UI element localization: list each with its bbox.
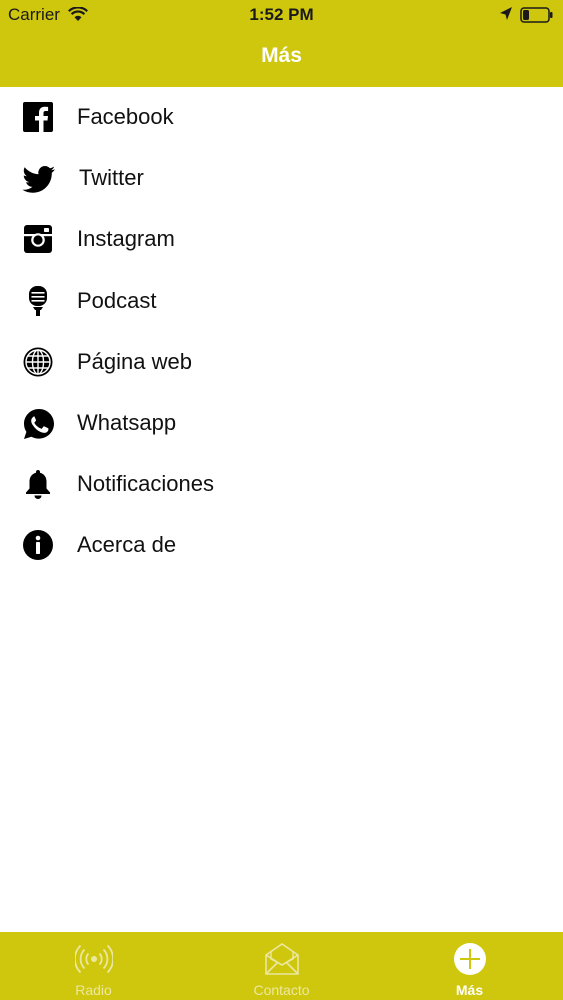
info-icon bbox=[22, 529, 54, 561]
menu-item-label: Whatsapp bbox=[77, 409, 177, 435]
tab-radio[interactable]: Radio bbox=[0, 932, 187, 1000]
page-title: Más bbox=[261, 44, 302, 67]
location-arrow-icon bbox=[499, 6, 513, 27]
tab-contacto[interactable]: Contacto bbox=[188, 932, 375, 1000]
menu-item-label: Acerca de bbox=[77, 532, 177, 558]
envelope-icon bbox=[188, 942, 375, 976]
menu-item-website[interactable]: Página web bbox=[0, 332, 563, 393]
menu-item-about[interactable]: Acerca de bbox=[0, 515, 563, 576]
menu-item-whatsapp[interactable]: Whatsapp bbox=[0, 393, 563, 454]
menu-item-label: Página web bbox=[77, 348, 192, 374]
menu-item-facebook[interactable]: Facebook bbox=[0, 87, 563, 148]
tab-label: Más bbox=[455, 982, 484, 998]
microphone-icon bbox=[22, 285, 54, 317]
globe-icon bbox=[22, 346, 54, 378]
menu-item-instagram[interactable]: Instagram bbox=[0, 209, 563, 270]
status-bar: Carrier 1:52 PM bbox=[0, 0, 563, 30]
facebook-icon bbox=[22, 101, 54, 133]
bell-icon bbox=[22, 468, 54, 500]
plus-circle-icon bbox=[376, 942, 563, 976]
menu-item-label: Notificaciones bbox=[77, 471, 214, 497]
twitter-icon bbox=[22, 162, 55, 194]
battery-icon bbox=[520, 7, 554, 28]
instagram-icon bbox=[22, 223, 54, 255]
status-time: 1:52 PM bbox=[249, 5, 314, 24]
tab-mas[interactable]: Más bbox=[376, 932, 563, 1000]
menu-item-notifications[interactable]: Notificaciones bbox=[0, 454, 563, 515]
menu-item-twitter[interactable]: Twitter bbox=[0, 148, 563, 209]
tab-label: Contacto bbox=[253, 982, 310, 998]
tab-label: Radio bbox=[75, 982, 112, 998]
menu-item-label: Instagram bbox=[77, 226, 175, 252]
menu-item-label: Podcast bbox=[77, 287, 157, 313]
menu-item-label: Twitter bbox=[79, 165, 144, 191]
nav-bar: Más bbox=[0, 30, 563, 87]
whatsapp-icon bbox=[22, 407, 54, 439]
tab-bar: Radio Contacto Más bbox=[0, 932, 563, 1000]
menu-item-podcast[interactable]: Podcast bbox=[0, 271, 563, 332]
radio-broadcast-icon bbox=[0, 942, 187, 976]
menu-list: Facebook Twitter Instagram Podcast Págin… bbox=[0, 87, 563, 577]
menu-item-label: Facebook bbox=[77, 104, 174, 129]
